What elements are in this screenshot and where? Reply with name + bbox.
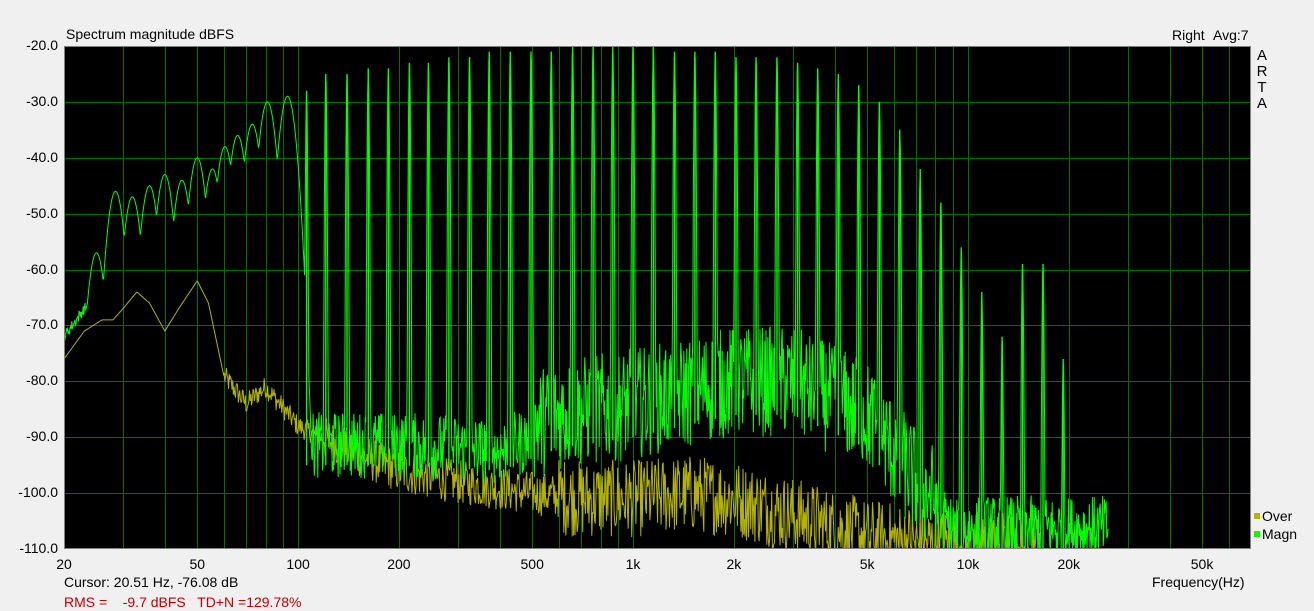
rms-readout: RMS = -9.7 dBFS TD+N =129.78% [64,594,302,610]
y-tick-label: -60.0 [26,260,58,277]
y-tick-label: -30.0 [26,92,58,109]
x-tick-label: 1k [625,556,641,572]
spectrum-analyzer-window: Spectrum magnitude dBFS Right Avg:7 A R … [0,0,1314,611]
x-tick-label: 50k [1190,556,1214,572]
x-tick-label: 5k [859,556,875,572]
chart-title: Spectrum magnitude dBFS [66,26,235,42]
plot-background [64,46,1251,549]
channel-label: Right [1172,27,1205,43]
brand-letter-a2: A [1256,95,1267,112]
cursor-readout: Cursor: 20.51 Hz, -76.08 dB [64,574,239,590]
y-tick-label: -50.0 [26,204,58,221]
x-axis-label: Frequency(Hz) [1152,574,1245,590]
brand-letter-r: R [1256,63,1268,80]
y-tick-label: -80.0 [26,372,58,389]
legend-label-magn: Magn [1262,526,1298,542]
x-tick-label: 100 [286,556,310,572]
x-tick-label: 20 [56,556,72,572]
legend-label-over: Over [1262,508,1293,524]
y-tick-label: -40.0 [26,148,58,165]
x-tick-label: 2k [726,556,742,572]
x-tick-label: 200 [387,556,411,572]
brand-letter-t: T [1257,79,1267,96]
y-tick-label: -110.0 [19,540,58,556]
legend-item-magn: Magn [1254,526,1297,542]
y-tick-label: -70.0 [26,316,58,333]
brand-letter-a1: A [1256,47,1267,64]
legend-item-over: Over [1254,508,1292,524]
spectrum-plot[interactable] [64,46,1251,549]
x-tick-label: 20k [1057,556,1081,572]
legend-swatch-magn [1254,531,1260,537]
averaging-label: Avg:7 [1213,27,1249,43]
y-tick-label: -20.0 [26,37,58,53]
legend-swatch-over [1254,513,1260,519]
x-tick-label: 10k [956,556,980,572]
y-tick-label: -90.0 [26,428,58,445]
y-tick-label: -100.0 [18,484,58,501]
x-tick-label: 50 [189,556,206,572]
x-tick-label: 500 [520,556,544,572]
